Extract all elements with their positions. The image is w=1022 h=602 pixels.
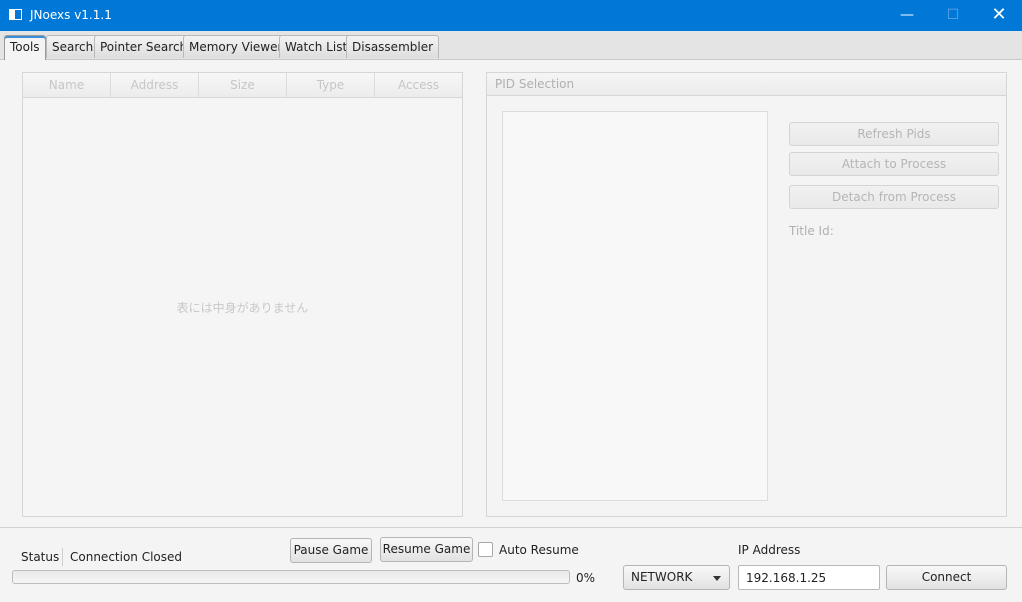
resume-game-button[interactable]: Resume Game (380, 537, 473, 562)
auto-resume-checkbox[interactable] (478, 542, 493, 557)
title-bar: JNoexs v1.1.1 — ☐ ✕ (0, 0, 1022, 31)
table-empty-placeholder: 表には中身がありません (176, 301, 309, 315)
column-header-size[interactable]: Size (199, 73, 287, 97)
tab-disassembler[interactable]: Disassembler (346, 35, 440, 58)
close-button[interactable]: ✕ (976, 0, 1022, 31)
tab-pointer-search[interactable]: Pointer Search (94, 35, 194, 58)
pid-list[interactable] (502, 111, 768, 501)
minimize-button[interactable]: — (884, 0, 930, 31)
memory-table[interactable]: Name Address Size Type Access 表には中身がありませ… (22, 72, 463, 517)
pid-panel-title: PID Selection (487, 73, 1006, 96)
app-icon (9, 9, 22, 20)
progress-percent: 0% (576, 571, 596, 585)
connection-type-dropdown[interactable]: NETWORK (623, 565, 730, 590)
detach-process-button[interactable]: Detach from Process (789, 185, 999, 209)
chevron-down-icon (713, 576, 721, 581)
tab-bar: Tools Search Pointer Search Memory Viewe… (0, 31, 1022, 60)
tab-search[interactable]: Search (46, 35, 100, 58)
tab-watch-list[interactable]: Watch List (279, 35, 354, 58)
status-separator (62, 548, 63, 566)
status-value: Connection Closed (70, 550, 183, 564)
bottom-divider (0, 527, 1022, 528)
column-header-address[interactable]: Address (111, 73, 199, 97)
pid-selection-panel: PID Selection Refresh Pids Attach to Pro… (486, 72, 1007, 517)
connect-button[interactable]: Connect (886, 565, 1007, 590)
attach-process-button[interactable]: Attach to Process (789, 152, 999, 176)
window-title: JNoexs v1.1.1 (30, 8, 112, 22)
ip-address-input[interactable] (738, 565, 880, 590)
auto-resume-label[interactable]: Auto Resume (499, 543, 579, 557)
table-header: Name Address Size Type Access (23, 73, 462, 98)
status-label: Status (21, 550, 60, 564)
column-header-type[interactable]: Type (287, 73, 375, 97)
column-header-name[interactable]: Name (23, 73, 111, 97)
ip-address-label: IP Address (738, 543, 801, 557)
title-id-label: Title Id: (789, 224, 834, 238)
tab-memory-viewer[interactable]: Memory Viewer (183, 35, 289, 58)
tab-tools[interactable]: Tools (4, 35, 46, 60)
connection-type-value: NETWORK (631, 570, 693, 584)
progress-bar (12, 570, 570, 584)
pause-game-button[interactable]: Pause Game (290, 538, 372, 563)
maximize-button[interactable]: ☐ (930, 0, 976, 31)
refresh-pids-button[interactable]: Refresh Pids (789, 122, 999, 146)
column-header-access[interactable]: Access (375, 73, 462, 97)
